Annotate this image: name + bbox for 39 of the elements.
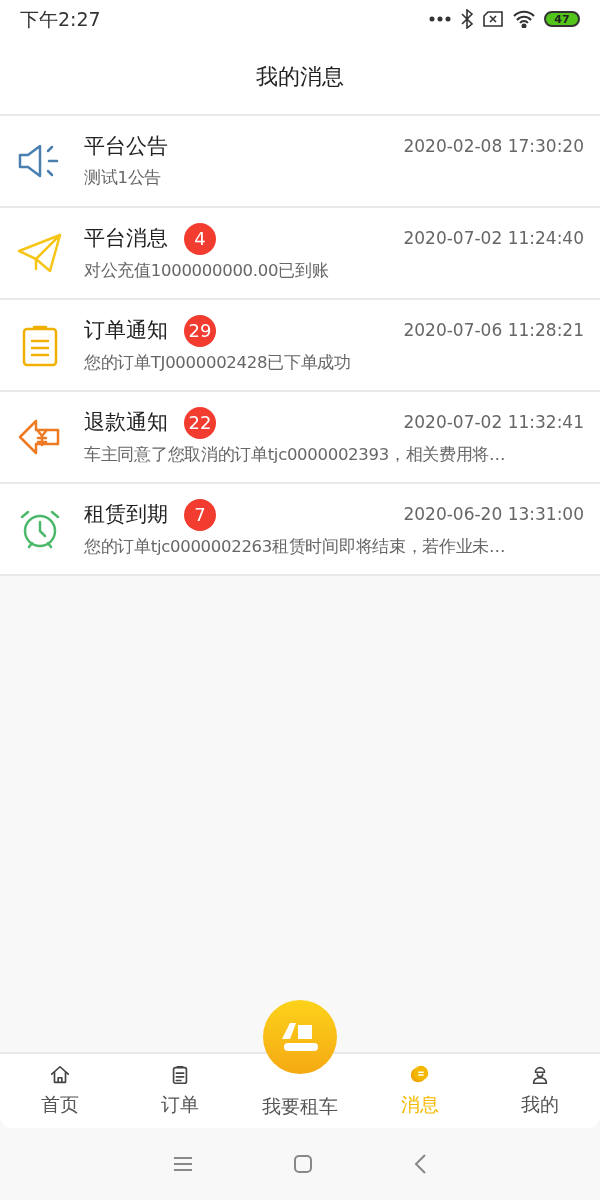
home-icon [49,1063,71,1086]
message-row[interactable]: 订单通知 29 2020-07-06 11:28:21 您的订单TJ0000002428已下单成功 [0,300,600,392]
message-preview: 您的订单TJ0000002428已下单成功 [84,351,352,374]
message-time: 2020-02-08 17:30:20 [403,134,584,158]
message-title: 租赁到期 [84,500,168,528]
bluetooth-icon [460,9,474,29]
back-icon[interactable] [413,1154,427,1174]
sim-card-icon [482,10,504,28]
home-square-icon[interactable] [293,1154,313,1174]
message-preview: 您的订单tjc0000002263租赁时间即将结束，若作业未… [84,535,507,558]
unread-count: 22 [184,406,216,439]
message-title: 平台消息 [84,224,168,252]
message-preview: 测试1公告 [84,167,162,190]
tab-item[interactable]: 我的 [480,1054,600,1128]
message-time: 2020-06-20 13:31:00 [403,502,584,526]
page-title: 我的消息 [256,62,344,91]
message-row[interactable]: 租赁到期 7 2020-06-20 13:31:00 您的订单tjc0000002263租赁时间即将结束，若作业未… [0,484,600,576]
more-dots-icon [428,15,452,23]
battery-level: 47 [554,13,570,25]
tab-item[interactable]: 订单 [120,1054,240,1128]
menu-icon[interactable] [173,1156,193,1172]
status-time: 下午2:27 [20,6,101,32]
unread-count: 29 [184,314,216,347]
message-row[interactable]: 平台公告 2020-02-08 17:30:20 测试1公告 [0,116,600,208]
message-time: 2020-07-02 11:24:40 [403,226,584,250]
message-preview: 对公充值1000000000.00已到账 [84,259,330,282]
message-title: 退款通知 [84,408,168,436]
unread-count: 7 [184,498,216,531]
unread-count: 4 [184,222,216,255]
message-time: 2020-07-02 11:32:41 [403,410,584,434]
tab-item[interactable]: 首页 [0,1054,120,1128]
message-time: 2020-07-06 11:28:21 [403,318,584,342]
wifi-icon [512,10,536,28]
message-title: 订单通知 [84,316,168,344]
message-row[interactable]: 平台消息 4 2020-07-02 11:24:40 对公充值1000000000.00已到账 [0,208,600,300]
message-preview: 车主同意了您取消的订单tjc0000002393，相关费用将… [84,443,507,466]
tab-item[interactable]: 我要租车 [240,1000,360,1128]
message-row[interactable]: 退款通知 22 2020-07-02 11:32:41 车主同意了您取消的订单tjc0000002393，相关费用将… [0,392,600,484]
message-title: 平台公告 [84,132,168,160]
